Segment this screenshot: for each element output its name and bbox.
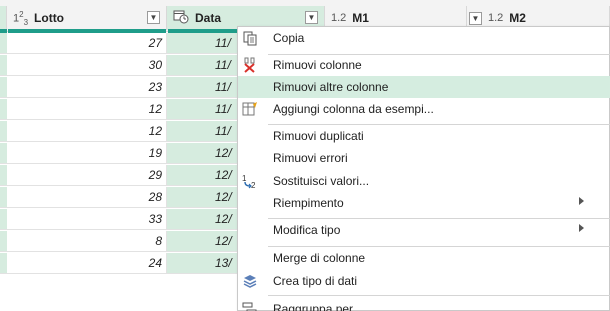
add-column-from-examples-icon	[242, 101, 258, 117]
menu-item-copia[interactable]: Copia	[238, 27, 610, 49]
menu-item-label: Rimuovi errori	[273, 151, 348, 165]
cell-data-value: 11/	[215, 36, 231, 50]
context-menu: Copia Rimuovi colonne Rimuovi altre colonn…	[237, 26, 610, 311]
menu-item-raggruppa-per[interactable]: Raggruppa per...	[238, 298, 610, 311]
cell-data-value: 12/	[215, 190, 232, 204]
column-name-m2: M2	[509, 11, 526, 25]
menu-item-label: Copia	[273, 31, 305, 45]
menu-separator	[268, 295, 610, 296]
filter-dropdown-icon[interactable]: ▼	[147, 11, 160, 24]
cell-lotto[interactable]: 12	[7, 99, 167, 119]
cell-lotto[interactable]: 12	[7, 121, 167, 141]
row-index-cell[interactable]	[0, 77, 7, 97]
row-index-cell[interactable]	[0, 231, 7, 251]
cell-data-value: 11/	[215, 58, 231, 72]
menu-item-label: Rimuovi duplicati	[273, 129, 364, 143]
filter-dropdown-icon[interactable]: ▼	[305, 11, 318, 24]
power-query-editor: 123 Lotto ▼ Data ▼ 1.2 M1 ▼ 1.2 M2 27 11…	[0, 0, 610, 311]
cell-lotto[interactable]: 30	[7, 55, 167, 75]
decimal-type-icon[interactable]: 1.2	[488, 12, 503, 24]
menu-item-label: Aggiungi colonna da esempi...	[273, 102, 434, 116]
menu-item-label: Raggruppa per...	[273, 302, 363, 311]
submenu-arrow-icon	[579, 224, 584, 232]
cell-data-value: 12/	[215, 168, 232, 182]
row-index-cell[interactable]	[0, 253, 7, 273]
cell-data-value: 11/	[215, 124, 231, 138]
menu-item-sostituisci-valori[interactable]: 1 2 Sostituisci valori...	[238, 170, 610, 192]
column-name-data: Data	[195, 11, 222, 25]
cell-lotto[interactable]: 24	[7, 253, 167, 273]
row-index-header	[0, 6, 7, 30]
row-index-cell[interactable]	[0, 55, 7, 75]
cell-lotto[interactable]: 29	[7, 165, 167, 185]
cell-data-value: 13/	[215, 256, 232, 270]
group-by-icon	[242, 301, 258, 311]
row-index-cell[interactable]	[0, 209, 7, 229]
svg-text:2: 2	[251, 181, 256, 189]
menu-item-label: Merge di colonne	[273, 251, 366, 265]
row-index-cell[interactable]	[0, 143, 7, 163]
menu-item-label: Rimuovi altre colonne	[273, 80, 389, 94]
cell-lotto[interactable]: 33	[7, 209, 167, 229]
cell-data-value: 11/	[215, 102, 231, 116]
submenu-arrow-icon	[579, 197, 584, 205]
whole-number-type-icon[interactable]: 123	[13, 10, 28, 27]
replace-values-icon: 12	[242, 173, 258, 190]
filter-dropdown-icon[interactable]: ▼	[469, 11, 482, 25]
row-index-cell[interactable]	[0, 121, 7, 141]
row-index-cell[interactable]	[0, 33, 7, 53]
menu-item-aggiungi-colonna-da-esempi[interactable]: Aggiungi colonna da esempi...	[238, 98, 610, 120]
menu-item-label: Modifica tipo	[273, 223, 341, 237]
copy-icon	[242, 30, 258, 46]
menu-item-label: Rimuovi colonne	[273, 58, 362, 72]
menu-item-merge-di-colonne[interactable]: Merge di colonne	[238, 247, 610, 269]
menu-item-label: Sostituisci valori...	[273, 174, 370, 188]
decimal-type-icon[interactable]: 1.2	[331, 12, 346, 24]
menu-item-modifica-tipo[interactable]: Modifica tipo	[238, 219, 610, 241]
menu-item-label: Crea tipo di dati	[273, 274, 358, 288]
cell-lotto[interactable]: 27	[7, 33, 167, 53]
remove-columns-icon	[242, 57, 258, 73]
menu-item-rimuovi-colonne[interactable]: Rimuovi colonne	[238, 54, 610, 76]
column-header-lotto[interactable]: 123 Lotto ▼	[7, 6, 167, 30]
menu-item-rimuovi-duplicati[interactable]: Rimuovi duplicati	[238, 125, 610, 147]
cell-lotto[interactable]: 28	[7, 187, 167, 207]
cell-lotto[interactable]: 8	[7, 231, 167, 251]
column-name-lotto: Lotto	[34, 11, 65, 25]
menu-item-rimuovi-errori[interactable]: Rimuovi errori	[238, 147, 610, 169]
cell-data-value: 11/	[215, 80, 231, 94]
svg-text:1: 1	[242, 174, 247, 183]
datetime-type-icon[interactable]	[173, 10, 189, 27]
row-index-cell[interactable]	[0, 165, 7, 185]
menu-item-rimuovi-altre-colonne[interactable]: Rimuovi altre colonne	[238, 76, 610, 98]
menu-item-label: Riempimento	[273, 196, 344, 210]
cell-data-value: 12/	[215, 212, 232, 226]
cell-lotto[interactable]: 19	[7, 143, 167, 163]
menu-item-crea-tipo-di-dati[interactable]: Crea tipo di dati	[238, 270, 610, 292]
row-index-cell[interactable]	[0, 99, 7, 119]
column-name-m1: M1	[352, 11, 369, 25]
create-data-type-icon	[242, 273, 258, 289]
cell-lotto[interactable]: 23	[7, 77, 167, 97]
row-index-cell[interactable]	[0, 187, 7, 207]
cell-data-value: 12/	[215, 146, 232, 160]
cell-data-value: 12/	[215, 234, 232, 248]
menu-item-riempimento[interactable]: Riempimento	[238, 192, 610, 214]
